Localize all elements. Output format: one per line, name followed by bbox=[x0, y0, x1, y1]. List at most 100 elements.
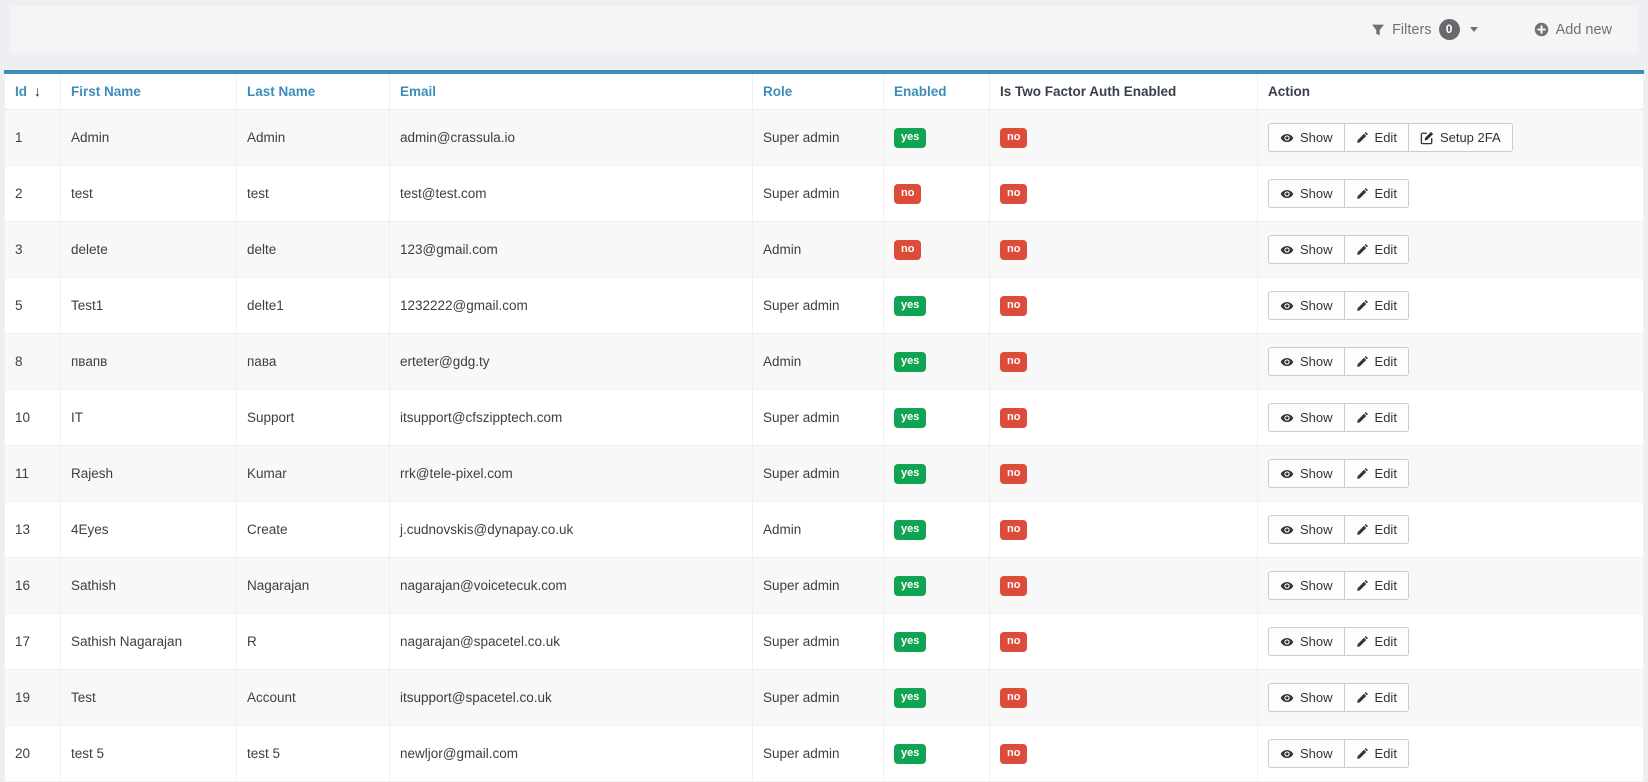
edit-button[interactable]: Edit bbox=[1344, 403, 1409, 432]
show-button[interactable]: Show bbox=[1268, 515, 1345, 544]
column-label: First Name bbox=[71, 84, 141, 99]
two-factor-badge: no bbox=[1000, 688, 1027, 707]
edit-button[interactable]: Edit bbox=[1344, 347, 1409, 376]
add-new-button[interactable]: Add new bbox=[1528, 21, 1618, 39]
cell-email: 1232222@gmail.com bbox=[390, 278, 753, 334]
two-factor-badge: no bbox=[1000, 520, 1027, 539]
show-button[interactable]: Show bbox=[1268, 403, 1345, 432]
eye-icon bbox=[1280, 187, 1294, 201]
button-label: Edit bbox=[1375, 689, 1397, 706]
show-button[interactable]: Show bbox=[1268, 235, 1345, 264]
edit-button[interactable]: Edit bbox=[1344, 515, 1409, 544]
show-button[interactable]: Show bbox=[1268, 291, 1345, 320]
edit-button[interactable]: Edit bbox=[1344, 123, 1409, 152]
enabled-badge: yes bbox=[894, 520, 926, 539]
cell-two-factor: no bbox=[990, 614, 1258, 670]
action-button-group: Show Edit bbox=[1268, 739, 1409, 768]
setup-2fa-button[interactable]: Setup 2FA bbox=[1408, 123, 1513, 152]
enabled-badge: yes bbox=[894, 296, 926, 315]
pencil-icon bbox=[1356, 411, 1369, 424]
action-button-group: Show Edit bbox=[1268, 627, 1409, 656]
cell-enabled: yes bbox=[884, 110, 990, 166]
cell-email: erteter@gdg.ty bbox=[390, 334, 753, 390]
show-button[interactable]: Show bbox=[1268, 179, 1345, 208]
caret-down-icon bbox=[1470, 27, 1478, 32]
users-table-container: Id↓First NameLast NameEmailRoleEnabledIs… bbox=[4, 70, 1644, 782]
cell-two-factor: no bbox=[990, 726, 1258, 782]
edit-button[interactable]: Edit bbox=[1344, 571, 1409, 600]
table-row: 2testtesttest@test.comSuper adminnonoSho… bbox=[5, 166, 1644, 222]
cell-id: 3 bbox=[5, 222, 61, 278]
cell-two-factor: no bbox=[990, 222, 1258, 278]
cell-two-factor: no bbox=[990, 670, 1258, 726]
eye-icon bbox=[1280, 467, 1294, 481]
edit-button[interactable]: Edit bbox=[1344, 291, 1409, 320]
two-factor-badge: no bbox=[1000, 408, 1027, 427]
cell-last-name: test 5 bbox=[237, 726, 390, 782]
action-button-group: Show Edit bbox=[1268, 347, 1409, 376]
table-row: 134EyesCreatej.cudnovskis@dynapay.co.ukA… bbox=[5, 502, 1644, 558]
cell-enabled: yes bbox=[884, 446, 990, 502]
show-button[interactable]: Show bbox=[1268, 459, 1345, 488]
edit-button[interactable]: Edit bbox=[1344, 739, 1409, 768]
filters-button[interactable]: Filters 0 bbox=[1365, 18, 1483, 41]
eye-icon bbox=[1280, 243, 1294, 257]
button-label: Show bbox=[1300, 297, 1333, 314]
cell-enabled: no bbox=[884, 166, 990, 222]
button-label: Show bbox=[1300, 633, 1333, 650]
cell-actions: ShowEdit bbox=[1258, 390, 1644, 446]
add-new-label: Add new bbox=[1556, 22, 1612, 38]
show-button[interactable]: Show bbox=[1268, 347, 1345, 376]
column-header-first-name[interactable]: First Name bbox=[61, 72, 237, 110]
enabled-badge: yes bbox=[894, 408, 926, 427]
cell-id: 16 bbox=[5, 558, 61, 614]
show-button[interactable]: Show bbox=[1268, 739, 1345, 768]
cell-id: 19 bbox=[5, 670, 61, 726]
cell-last-name: Support bbox=[237, 390, 390, 446]
action-button-group: ShowEdit bbox=[1268, 459, 1409, 488]
cell-two-factor: no bbox=[990, 390, 1258, 446]
column-header-id[interactable]: Id↓ bbox=[5, 72, 61, 110]
cell-last-name: Nagarajan bbox=[237, 558, 390, 614]
cell-last-name: Admin bbox=[237, 110, 390, 166]
column-header-enabled[interactable]: Enabled bbox=[884, 72, 990, 110]
show-button[interactable]: Show bbox=[1268, 123, 1345, 152]
enabled-badge: yes bbox=[894, 632, 926, 651]
show-button[interactable]: Show bbox=[1268, 683, 1345, 712]
action-button-group: ShowEdit bbox=[1268, 403, 1409, 432]
column-header-last-name[interactable]: Last Name bbox=[237, 72, 390, 110]
cell-enabled: yes bbox=[884, 670, 990, 726]
show-button[interactable]: Show bbox=[1268, 571, 1345, 600]
column-header-role[interactable]: Role bbox=[753, 72, 884, 110]
show-button[interactable]: Show bbox=[1268, 627, 1345, 656]
action-button-group: ShowEdit bbox=[1268, 235, 1409, 264]
users-table: Id↓First NameLast NameEmailRoleEnabledIs… bbox=[4, 70, 1644, 782]
button-label: Show bbox=[1300, 745, 1333, 762]
cell-first-name: IT bbox=[61, 390, 237, 446]
cell-role: Super admin bbox=[753, 110, 884, 166]
edit-button[interactable]: Edit bbox=[1344, 459, 1409, 488]
table-row: 3deletedelte123@gmail.comAdminnonoShowEd… bbox=[5, 222, 1644, 278]
eye-icon bbox=[1280, 411, 1294, 425]
eye-icon bbox=[1280, 355, 1294, 369]
cell-role: Super admin bbox=[753, 614, 884, 670]
column-label: Action bbox=[1268, 84, 1310, 99]
edit-button[interactable]: Edit bbox=[1344, 179, 1409, 208]
two-factor-badge: no bbox=[1000, 296, 1027, 315]
edit-button[interactable]: Edit bbox=[1344, 627, 1409, 656]
pencil-icon bbox=[1356, 579, 1369, 592]
edit-button[interactable]: Edit bbox=[1344, 683, 1409, 712]
button-label: Show bbox=[1300, 353, 1333, 370]
eye-icon bbox=[1280, 747, 1294, 761]
button-label: Show bbox=[1300, 521, 1333, 538]
cell-role: Super admin bbox=[753, 726, 884, 782]
cell-last-name: R bbox=[237, 614, 390, 670]
cell-last-name: Kumar bbox=[237, 446, 390, 502]
two-factor-badge: no bbox=[1000, 632, 1027, 651]
column-header-email[interactable]: Email bbox=[390, 72, 753, 110]
cell-first-name: Sathish bbox=[61, 558, 237, 614]
enabled-badge: yes bbox=[894, 352, 926, 371]
table-row: 17Sathish NagarajanRnagarajan@spacetel.c… bbox=[5, 614, 1644, 670]
edit-button[interactable]: Edit bbox=[1344, 235, 1409, 264]
button-label: Edit bbox=[1375, 185, 1397, 202]
